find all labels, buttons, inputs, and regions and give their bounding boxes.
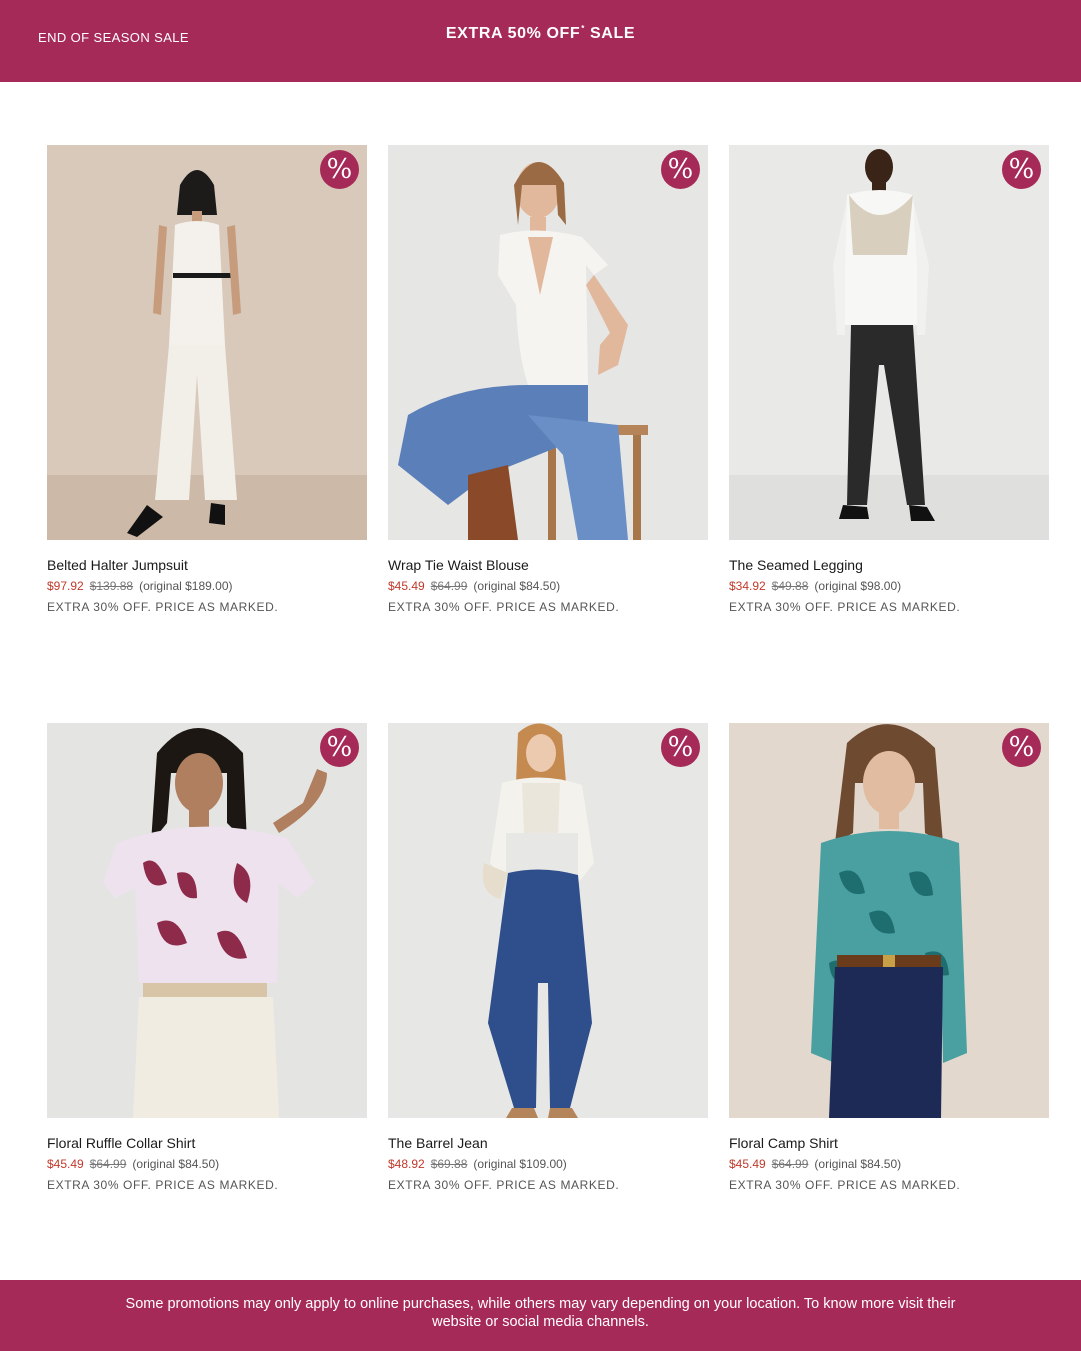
was-price: $49.88 [771,579,809,593]
sale-percent-icon: % [320,150,359,189]
promo-text: EXTRA 30% OFF. PRICE AS MARKED. [47,1178,279,1192]
product-prices: $45.49 $64.99 (original $84.50) [47,1157,367,1171]
product-prices: $97.92 $139.88 (original $189.00) [47,579,367,593]
product-name[interactable]: Wrap Tie Waist Blouse [388,557,708,573]
promo-text: EXTRA 30% OFF. PRICE AS MARKED. [47,600,279,614]
product-card[interactable]: % Floral Camp Shirt $45.49 $64.99 (origina… [729,723,1049,1192]
sale-price: $45.49 [729,1157,766,1171]
product-image[interactable]: % [47,145,367,540]
product-name[interactable]: Floral Camp Shirt [729,1135,1049,1151]
original-price: (original $109.00) [473,1157,567,1171]
product-name[interactable]: The Seamed Legging [729,557,1049,573]
product-image[interactable]: % [729,145,1049,540]
promo-text: EXTRA 30% OFF. PRICE AS MARKED. [388,1178,620,1192]
product-name[interactable]: Belted Halter Jumpsuit [47,557,367,573]
product-prices: $45.49 $64.99 (original $84.50) [388,579,708,593]
product-card[interactable]: % Wrap Tie Waist Blouse $45.49 $64.99 (ori… [388,145,708,614]
product-prices: $45.49 $64.99 (original $84.50) [729,1157,1049,1171]
sale-price: $97.92 [47,579,84,593]
sale-headline-text: EXTRA 50% OFF [445,25,581,42]
promo-text: EXTRA 30% OFF. PRICE AS MARKED. [729,1178,961,1192]
sale-percent-icon: % [1002,728,1041,767]
promo-text: EXTRA 30% OFF. PRICE AS MARKED. [388,600,620,614]
sale-headline-suffix: SALE [584,25,636,42]
original-price: (original $84.50) [473,579,561,593]
product-image[interactable]: % [388,145,708,540]
promotions-footer: Some promotions may only apply to online… [0,1280,1081,1351]
was-price: $69.88 [430,1157,468,1171]
sale-percent-icon: % [320,728,359,767]
sale-percent-icon: % [661,728,700,767]
product-prices: $34.92 $49.88 (original $98.00) [729,579,1049,593]
product-name[interactable]: The Barrel Jean [388,1135,708,1151]
sale-headline[interactable]: EXTRA 50% OFF* SALE [0,24,1081,43]
sale-percent-icon: % [1002,150,1041,189]
original-price: (original $84.50) [132,1157,220,1171]
sale-price: $48.92 [388,1157,425,1171]
promo-header: END OF SEASON SALE EXTRA 50% OFF* SALE [0,0,1081,82]
original-price: (original $98.00) [814,579,902,593]
original-price: (original $84.50) [814,1157,902,1171]
promo-text: EXTRA 30% OFF. PRICE AS MARKED. [729,600,961,614]
sale-headline-mark: * [581,24,585,33]
product-card[interactable]: % Belted Halter Jumpsuit $97.92 $139.88 (o… [47,145,367,614]
original-price: (original $189.00) [139,579,233,593]
product-card[interactable]: % The Barrel Jean $48.92 $69.88 (original … [388,723,708,1192]
was-price: $64.99 [771,1157,809,1171]
product-prices: $48.92 $69.88 (original $109.00) [388,1157,708,1171]
was-price: $64.99 [89,1157,127,1171]
product-image[interactable]: % [388,723,708,1118]
promotions-disclaimer: Some promotions may only apply to online… [125,1296,956,1330]
sale-price: $45.49 [388,579,425,593]
product-image[interactable]: % [729,723,1049,1118]
product-name[interactable]: Floral Ruffle Collar Shirt [47,1135,367,1151]
was-price: $139.88 [89,579,134,593]
was-price: $64.99 [430,579,468,593]
sale-percent-icon: % [661,150,700,189]
product-card[interactable]: % The Seamed Legging $34.92 $49.88 (origin… [729,145,1049,614]
sale-price: $45.49 [47,1157,84,1171]
product-image[interactable]: % [47,723,367,1118]
sale-price: $34.92 [729,579,766,593]
product-card[interactable]: % Floral Ruffle Collar Shirt $45.49 $64.9… [47,723,367,1192]
